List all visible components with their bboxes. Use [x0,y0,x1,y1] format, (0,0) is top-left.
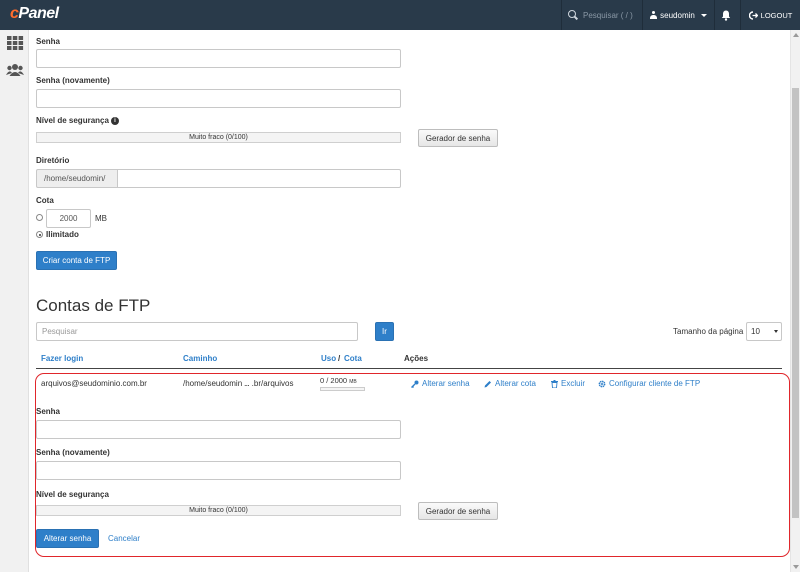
page-size-select[interactable]: 10 [746,322,782,341]
account-usage: 0 / 2000 MB [320,376,357,385]
delete-link[interactable]: Excluir [551,379,585,388]
password-again-label: Senha (novamente) [36,76,110,85]
scrollbar-thumb[interactable] [792,88,799,518]
ftp-accounts-title: Contas de FTP [36,296,151,315]
logout-icon [748,10,758,20]
edit-password-generator-button[interactable]: Gerador de senha [418,502,498,520]
user-icon [650,11,658,19]
strength-meter: Muito fraco (0/100) [36,132,401,143]
create-ftp-account-button[interactable]: Criar conta de FTP [36,251,117,270]
unlimited-label: Ilimitado [46,230,79,239]
quota-label: Cota [36,196,54,205]
change-quota-link[interactable]: Alterar cota [484,379,536,388]
change-quota-label: Alterar cota [495,379,536,388]
chevron-down-icon [700,13,707,17]
top-navbar: cPanel Pesquisar ( / ) seudomin LOGOUT [0,0,800,30]
left-sidebar [0,30,29,572]
directory-label: Diretório [36,156,70,165]
username: seudomin [660,10,695,20]
change-password-submit-button[interactable]: Alterar senha [36,529,99,548]
logout-label: LOGOUT [760,10,793,20]
search-go-button[interactable]: Ir [375,322,394,341]
directory-prefix: /home/seudomin/ [36,169,118,188]
quota-unlimited-radio[interactable] [36,231,43,238]
notifications-button[interactable] [714,0,736,30]
change-password-link[interactable]: Alterar senha [411,379,470,388]
column-login[interactable]: Fazer login [41,354,83,363]
main-content: Senha Senha (novamente) Nível de seguran… [29,30,790,572]
top-search[interactable]: Pesquisar ( / ) [561,0,635,30]
account-login: arquivos@seudominio.com.br [41,379,147,388]
configure-ftp-client-label: Configurar cliente de FTP [609,379,701,388]
user-menu[interactable]: seudomin [642,0,714,30]
logout-button[interactable]: LOGOUT [740,0,800,30]
edit-strength-meter: Muito fraco (0/100) [36,505,401,516]
account-usage-bar [320,387,365,391]
accounts-table-header: Fazer login Caminho Uso / Cota Ações [36,350,782,369]
password-input[interactable] [36,49,401,68]
page-size-value: 10 [751,327,760,336]
cancel-link[interactable]: Cancelar [108,534,140,543]
trash-icon [551,379,558,388]
change-password-label: Alterar senha [422,379,470,388]
scroll-up-icon[interactable] [793,33,799,37]
quota-unit: MB [95,214,107,223]
chevron-down-icon [774,330,778,333]
key-icon [411,380,419,388]
password-label: Senha [36,37,61,46]
directory-input[interactable] [117,169,401,188]
top-search-placeholder: Pesquisar ( / ) [583,10,633,20]
account-path-end: .br/arquivos [251,379,294,388]
column-path[interactable]: Caminho [183,354,217,363]
accounts-search-input[interactable]: Pesquisar [36,322,358,341]
strength-label: Nível de segurança i [36,116,119,125]
account-usage-value: 0 / 2000 [320,376,348,385]
pencil-icon [484,380,491,387]
edit-password-again-input[interactable] [36,461,401,480]
column-actions: Ações [404,354,429,363]
users-icon[interactable] [6,62,24,78]
search-icon [568,10,578,20]
edit-strength-label: Nível de segurança [36,490,109,499]
page-size-label: Tamanho da página [673,327,744,336]
gear-icon [598,380,606,387]
edit-password-label: Senha [36,407,61,416]
scroll-down-icon[interactable] [793,565,799,569]
account-path-ellipsis[interactable]: ... [244,382,249,388]
grid-icon[interactable] [6,35,24,51]
password-generator-button[interactable]: Gerador de senha [418,129,498,147]
page-scrollbar[interactable] [790,30,800,572]
column-quota[interactable]: Cota [344,354,362,363]
account-path-start: /home/seudomin [183,379,243,388]
delete-label: Excluir [561,379,586,388]
account-usage-unit: MB [349,379,357,385]
account-path: /home/seudomin ... .br/arquivos [183,379,293,388]
quota-input[interactable]: 2000 [46,209,91,228]
quota-limited-radio[interactable] [36,214,43,221]
info-icon[interactable]: i [110,116,119,125]
edit-password-input[interactable] [36,420,401,439]
cpanel-logo[interactable]: cPanel [10,5,59,23]
column-usage[interactable]: Uso [321,354,336,363]
column-usage-separator: / [338,354,341,363]
password-again-input[interactable] [36,89,401,108]
bell-icon [721,10,730,21]
strength-label-text: Nível de segurança [36,116,109,125]
edit-password-again-label: Senha (novamente) [36,448,110,457]
configure-ftp-client-link[interactable]: Configurar cliente de FTP [598,379,700,388]
